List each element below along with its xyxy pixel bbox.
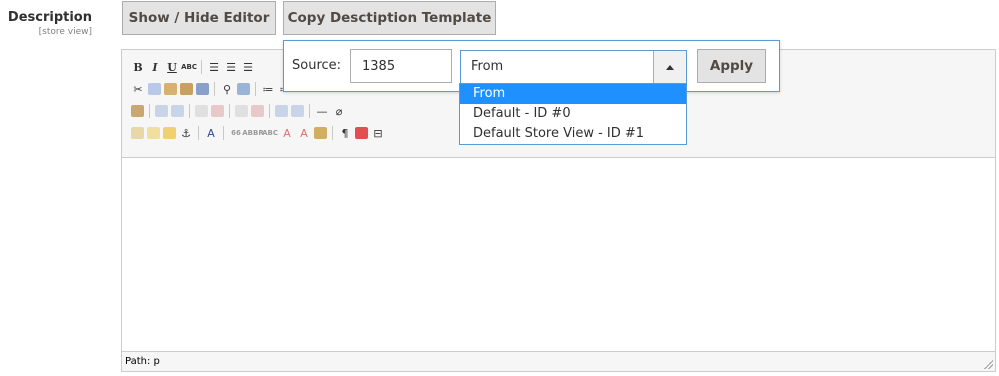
styles-icon[interactable]: A	[204, 126, 218, 140]
cut-icon[interactable]: ✂	[131, 82, 145, 96]
dropdown-option[interactable]: Default Store View - ID #1	[460, 124, 686, 144]
attributes-icon[interactable]	[314, 127, 327, 139]
store-from-select[interactable]: From	[460, 50, 687, 84]
resize-handle-icon[interactable]	[983, 359, 993, 369]
table-props-icon[interactable]	[171, 105, 184, 117]
row-after-icon[interactable]	[211, 105, 224, 117]
image-icon[interactable]	[131, 127, 144, 139]
bullet-list-icon[interactable]: ≔	[261, 82, 275, 96]
italic-icon[interactable]: I	[148, 60, 162, 74]
store-options-dropdown: From Default - ID #0 Default Store View …	[459, 83, 687, 145]
toolbar-row-2: ✂ ⚲ ≔ ≔	[131, 80, 292, 98]
paste-word-icon[interactable]	[196, 83, 209, 95]
table-icon[interactable]	[155, 105, 168, 117]
toolbar-divider	[255, 82, 256, 96]
show-hide-editor-button[interactable]: Show / Hide Editor	[122, 1, 276, 35]
cite-icon[interactable]: 66	[229, 126, 243, 140]
insert-text-icon[interactable]: A	[297, 126, 311, 140]
widget-icon[interactable]	[147, 127, 160, 139]
merge-cells-icon[interactable]	[275, 105, 288, 117]
toolbar-divider	[214, 82, 215, 96]
toolbar-divider	[332, 126, 333, 140]
remove-format-icon[interactable]: ⌀	[332, 104, 346, 118]
toolbar-row-3: — ⌀	[131, 102, 346, 120]
visual-chars-icon[interactable]: ¶	[338, 126, 352, 140]
align-left-icon[interactable]: ☰	[207, 60, 221, 74]
col-before-icon[interactable]	[235, 105, 248, 117]
chevron-up-icon[interactable]	[653, 51, 686, 83]
col-after-icon[interactable]	[251, 105, 264, 117]
source-input[interactable]: 1385	[350, 49, 452, 83]
field-scope-label: [store view]	[38, 27, 92, 37]
toolbar-divider	[149, 104, 150, 118]
toolbar-row-1: B I U ABC ☰ ☰ ☰	[131, 58, 255, 76]
anchor-icon[interactable]: ⚓	[179, 126, 193, 140]
delete-text-icon[interactable]: A	[280, 126, 294, 140]
find-icon[interactable]: ⚲	[220, 82, 234, 96]
abbr-icon[interactable]: ABBR	[242, 126, 263, 140]
apply-button[interactable]: Apply	[697, 49, 766, 83]
status-path: Path: p	[125, 356, 160, 367]
select-value: From	[471, 59, 504, 74]
description-field-label: Description [store view]	[0, 10, 92, 38]
copy-icon[interactable]	[148, 83, 161, 95]
replace-icon[interactable]	[237, 83, 250, 95]
toolbar-divider	[309, 104, 310, 118]
toolbar-divider	[198, 126, 199, 140]
dropdown-option[interactable]: From	[460, 84, 686, 104]
dropdown-option[interactable]: Default - ID #0	[460, 104, 686, 124]
toolbar-divider	[223, 126, 224, 140]
variable-icon[interactable]	[163, 127, 176, 139]
paste-icon[interactable]	[164, 83, 177, 95]
row-before-icon[interactable]	[195, 105, 208, 117]
toolbar-row-4: ⚓ A 66 ABBR ABC A A ¶ ⊟	[131, 124, 385, 142]
toolbar-divider	[229, 104, 230, 118]
underline-icon[interactable]: U	[165, 60, 179, 74]
editor-content-area[interactable]	[122, 158, 995, 351]
field-label-text: Description	[7, 10, 92, 25]
paste-text-icon[interactable]	[180, 83, 193, 95]
toolbar-divider	[269, 104, 270, 118]
editor-statusbar: Path: p	[122, 351, 995, 371]
bold-icon[interactable]: B	[131, 60, 145, 74]
align-center-icon[interactable]: ☰	[224, 60, 238, 74]
edit-icon[interactable]	[131, 105, 144, 117]
align-right-icon[interactable]: ☰	[241, 60, 255, 74]
acronym-icon[interactable]: ABC	[262, 126, 278, 140]
toolbar-divider	[189, 104, 190, 118]
split-cells-icon[interactable]	[291, 105, 304, 117]
copy-description-template-button[interactable]: Copy Desctiption Template	[283, 1, 496, 35]
nonbreaking-icon[interactable]	[355, 127, 368, 139]
source-label: Source:	[292, 58, 342, 73]
page-break-icon[interactable]: ⊟	[371, 126, 385, 140]
toolbar-divider	[201, 60, 202, 74]
horizontal-rule-icon[interactable]: —	[315, 104, 329, 118]
strikethrough-icon[interactable]: ABC	[181, 60, 197, 74]
